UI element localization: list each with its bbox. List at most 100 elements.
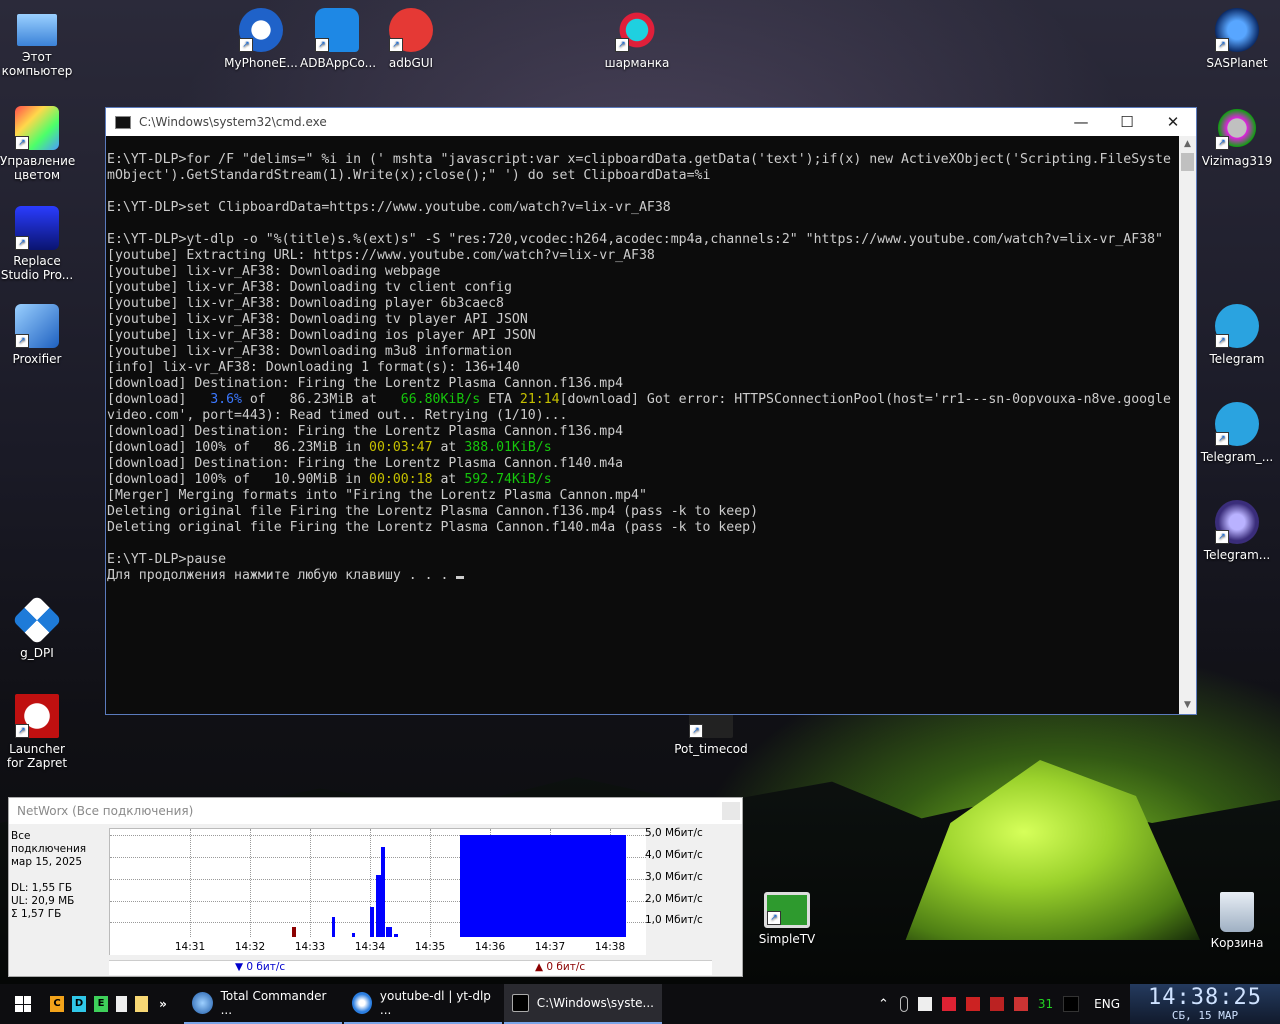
desktop-icon-label: adbGUI [388, 56, 434, 70]
networx-close-button[interactable] [722, 802, 740, 820]
system-tray: ⌃ 31 ENG 14:38:25 СБ, 15 МАР [872, 984, 1280, 1024]
console-line: [download] Destination: Firing the Loren… [107, 376, 624, 391]
desktop-icon-label: g_DPI [20, 646, 54, 660]
desktop-icon-myphone[interactable]: ↗ MyPhoneE... [224, 8, 298, 70]
folder-icon[interactable] [135, 996, 148, 1012]
upload-spike [292, 927, 296, 937]
download-area [460, 835, 626, 937]
quick-launch-drive-c[interactable]: C [50, 996, 64, 1012]
quick-launch-drive-e[interactable]: E [94, 996, 108, 1012]
cmd-titlebar[interactable]: C:\Windows\system32\cmd.exe — ☐ ✕ [106, 108, 1196, 136]
terminal-dlp-icon: ↗ [689, 712, 733, 738]
networx-total: Σ 1,57 ГБ [11, 908, 62, 920]
color-management-icon: ↗ [15, 106, 59, 150]
console-line: [youtube] lix-vr_AF38: Downloading webpa… [107, 264, 441, 279]
console-line: E:\YT-DLP>set ClipboardData=https://www.… [107, 200, 671, 215]
desktop-icon-color-management[interactable]: ↗ Управление цветом [0, 106, 76, 182]
y-axis-label: 5,0 Мбит/с [645, 827, 703, 839]
networx-ul: UL: 20,9 МБ [11, 895, 75, 907]
clock-date: СБ, 15 МАР [1171, 1009, 1239, 1022]
grid-line [430, 829, 431, 937]
desktop-icon-proxifier[interactable]: ↗ Proxifier [0, 304, 74, 366]
console-line: Для продолжения нажмите любую клавишу . … [107, 568, 1178, 584]
desktop-icon-label: Replace Studio Pro... [0, 254, 74, 282]
desktop-icon-label: SASPlanet [1206, 56, 1268, 70]
scroll-down-arrow-icon[interactable]: ▼ [1179, 697, 1196, 714]
close-button[interactable]: ✕ [1150, 108, 1196, 136]
desktop-icon-sasplanet[interactable]: ↗ SASPlanet [1200, 8, 1274, 70]
desktop-icon-launcher-zapret[interactable]: ↗ Launcher for Zapret [0, 694, 74, 770]
cmd-scrollbar[interactable]: ▲ ▼ [1179, 136, 1196, 714]
start-button[interactable] [0, 984, 46, 1024]
desktop-icon-simpletv[interactable]: ↗ SimpleTV [750, 892, 824, 946]
recycle-bin-icon [1220, 892, 1254, 932]
tray-app-icon[interactable] [941, 997, 956, 1011]
taskbar-clock[interactable]: 14:38:25 СБ, 15 МАР [1130, 984, 1280, 1024]
chevron-up-icon[interactable]: ⌃ [878, 997, 889, 1012]
desktop-icon-label: Корзина [1210, 936, 1264, 950]
download-spike [394, 934, 398, 937]
console-line: [youtube] lix-vr_AF38: Downloading tv pl… [107, 312, 528, 327]
x-axis-tick: 14:31 [174, 941, 206, 953]
maximize-button[interactable]: ☐ [1104, 108, 1150, 136]
tray-calendar-day[interactable]: 31 [1038, 997, 1053, 1011]
desktop-icon-label: Telegram... [1203, 548, 1271, 562]
console-line: E:\YT-DLP>for /F "delims=" %i in (' msht… [107, 152, 1171, 167]
desktop-icon-label[interactable]: Telegram [1200, 352, 1274, 366]
desktop-icon-telegram[interactable]: ↗ Telegram [1200, 304, 1274, 366]
tray-app-icon[interactable] [965, 997, 980, 1011]
total-commander-icon [192, 992, 213, 1014]
console-line: E:\YT-DLP>yt-dlp -o "%(title)s.%(ext)s" … [107, 232, 1163, 247]
console-line: [youtube] Extracting URL: https://www.yo… [107, 248, 655, 263]
x-axis-tick: 14:36 [474, 941, 506, 953]
desktop-icon-replace-studio[interactable]: ↗ Replace Studio Pro... [0, 206, 74, 282]
paperclip-icon[interactable] [899, 996, 908, 1012]
myphone-icon: ↗ [239, 8, 283, 52]
console-line: [Merger] Merging formats into "Firing th… [107, 488, 647, 503]
task-youtube-dl-browser[interactable]: youtube-dl | yt-dlp ... [344, 984, 502, 1024]
browser-icon [352, 992, 372, 1014]
desktop-icon-telegram-3[interactable]: ↗ Telegram... [1200, 500, 1274, 562]
cmd-window-title: C:\Windows\system32\cmd.exe [139, 115, 327, 129]
notepad-icon[interactable] [116, 996, 127, 1012]
desktop-icon-telegram-2[interactable]: ↗ Telegram_... [1200, 402, 1274, 464]
chevron-right-icon[interactable]: » [156, 996, 170, 1012]
taskbar: C D E » Total Commander ... youtube-dl |… [0, 984, 1280, 1024]
task-total-commander[interactable]: Total Commander ... [184, 984, 342, 1024]
x-axis-tick: 14:38 [594, 941, 626, 953]
language-indicator[interactable]: ENG [1094, 997, 1120, 1011]
replace-studio-icon: ↗ [15, 206, 59, 250]
tray-app-icon[interactable] [989, 997, 1004, 1011]
desktop-icon-label: MyPhoneE... [224, 56, 298, 70]
cmd-window[interactable]: C:\Windows\system32\cmd.exe — ☐ ✕ E:\YT-… [105, 107, 1197, 715]
minimize-button[interactable]: — [1058, 108, 1104, 136]
desktop-icon-pot-timecod[interactable]: ↗ Pot_timecod [674, 712, 748, 756]
tray-app-icon[interactable] [1013, 997, 1028, 1011]
desktop-icon-this-pc[interactable]: Этот компьютер [0, 10, 74, 78]
console-text: ETA [480, 392, 520, 407]
desktop-icon-vizimag[interactable]: ↗ Vizimag319 [1200, 106, 1274, 168]
download-speed: 592.74KiB/s [464, 472, 552, 487]
scroll-up-arrow-icon[interactable]: ▲ [1179, 136, 1196, 153]
desktop-icon-label: шарманка [604, 56, 670, 70]
desktop-icon-sharmanka[interactable]: ↗ шарманка [600, 8, 674, 70]
desktop-icon-adbapp[interactable]: ↗ ADBAppCo... [300, 8, 377, 70]
desktop-icon-recycle-bin[interactable]: Корзина [1200, 892, 1274, 950]
proxifier-icon: ↗ [15, 304, 59, 348]
console-line: [youtube] lix-vr_AF38: Downloading playe… [107, 296, 504, 311]
desktop-icon-g-dpi[interactable]: g_DPI [0, 595, 74, 660]
scroll-thumb[interactable] [1181, 153, 1194, 171]
tray-app-icon[interactable] [1063, 996, 1080, 1012]
task-cmd[interactable]: C:\Windows\syste... [504, 984, 662, 1024]
upload-rate: ▲ 0 бит/с [535, 961, 586, 973]
task-label: C:\Windows\syste... [536, 996, 654, 1010]
tray-app-icon[interactable] [917, 997, 932, 1011]
desktop-icon-adbgui[interactable]: ↗ adbGUI [374, 8, 448, 70]
desktop-icon-label: Управление цветом [0, 154, 76, 182]
telegram-icon: ↗ [1215, 304, 1259, 348]
quick-launch-drive-d[interactable]: D [72, 996, 86, 1012]
cmd-output[interactable]: E:\YT-DLP>for /F "delims=" %i in (' msht… [106, 136, 1179, 714]
networx-window[interactable]: NetWorx (Все подключения) Все подключени… [8, 797, 743, 977]
desktop-icon-label: ADBAppCo... [300, 56, 377, 70]
grid-line [190, 829, 191, 937]
